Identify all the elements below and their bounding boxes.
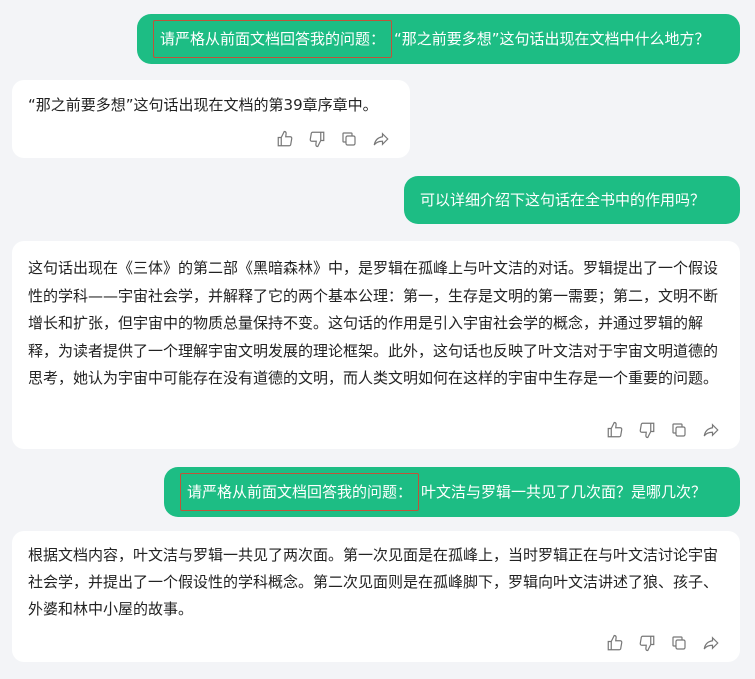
user-message-text: “那之前要多想”这句话出现在文档中什么地方？ <box>394 30 710 48</box>
share-icon[interactable] <box>702 421 720 439</box>
user-message: 请严格从前面文档回答我的问题： 叶文洁与罗辑一共见了几次面？是哪几次？ <box>164 467 740 517</box>
assistant-reply: 这句话出现在《三体》的第二部《黑暗森林》中，是罗辑在孤峰上与叶文洁的对话。罗辑提… <box>12 241 740 449</box>
copy-icon[interactable] <box>670 634 688 652</box>
thumbs-down-icon[interactable] <box>308 130 326 148</box>
assistant-reply-text: 这句话出现在《三体》的第二部《黑暗森林》中，是罗辑在孤峰上与叶文洁的对话。罗辑提… <box>28 259 719 387</box>
copy-icon[interactable] <box>340 130 358 148</box>
assistant-reply: 根据文档内容，叶文洁与罗辑一共见了两次面。第一次见面是在孤峰上，当时罗辑正在与叶… <box>12 531 740 662</box>
assistant-reply-text: “那之前要多想”这句话出现在文档的第39章序章中。 <box>28 96 378 114</box>
copy-icon[interactable] <box>670 421 688 439</box>
thumbs-down-icon[interactable] <box>638 421 656 439</box>
reply-actions <box>606 421 720 439</box>
highlighted-instruction: 请严格从前面文档回答我的问题： <box>180 473 420 511</box>
thumbs-up-icon[interactable] <box>606 421 624 439</box>
chat-area: 请严格从前面文档回答我的问题： “那之前要多想”这句话出现在文档中什么地方？ “… <box>0 0 755 679</box>
reply-actions <box>276 130 390 148</box>
share-icon[interactable] <box>372 130 390 148</box>
assistant-reply-text: 根据文档内容，叶文洁与罗辑一共见了两次面。第一次见面是在孤峰上，当时罗辑正在与叶… <box>28 546 719 618</box>
assistant-reply: “那之前要多想”这句话出现在文档的第39章序章中。 <box>12 80 410 158</box>
user-message-text: 叶文洁与罗辑一共见了几次面？是哪几次？ <box>421 483 707 501</box>
user-message: 请严格从前面文档回答我的问题： “那之前要多想”这句话出现在文档中什么地方？ <box>137 14 740 64</box>
highlighted-instruction: 请严格从前面文档回答我的问题： <box>153 20 393 58</box>
user-message-text: 可以详细介绍下这句话在全书中的作用吗？ <box>420 191 706 209</box>
thumbs-up-icon[interactable] <box>606 634 624 652</box>
user-message: 可以详细介绍下这句话在全书中的作用吗？ <box>404 176 740 224</box>
thumbs-down-icon[interactable] <box>638 634 656 652</box>
reply-actions <box>606 634 720 652</box>
thumbs-up-icon[interactable] <box>276 130 294 148</box>
share-icon[interactable] <box>702 634 720 652</box>
